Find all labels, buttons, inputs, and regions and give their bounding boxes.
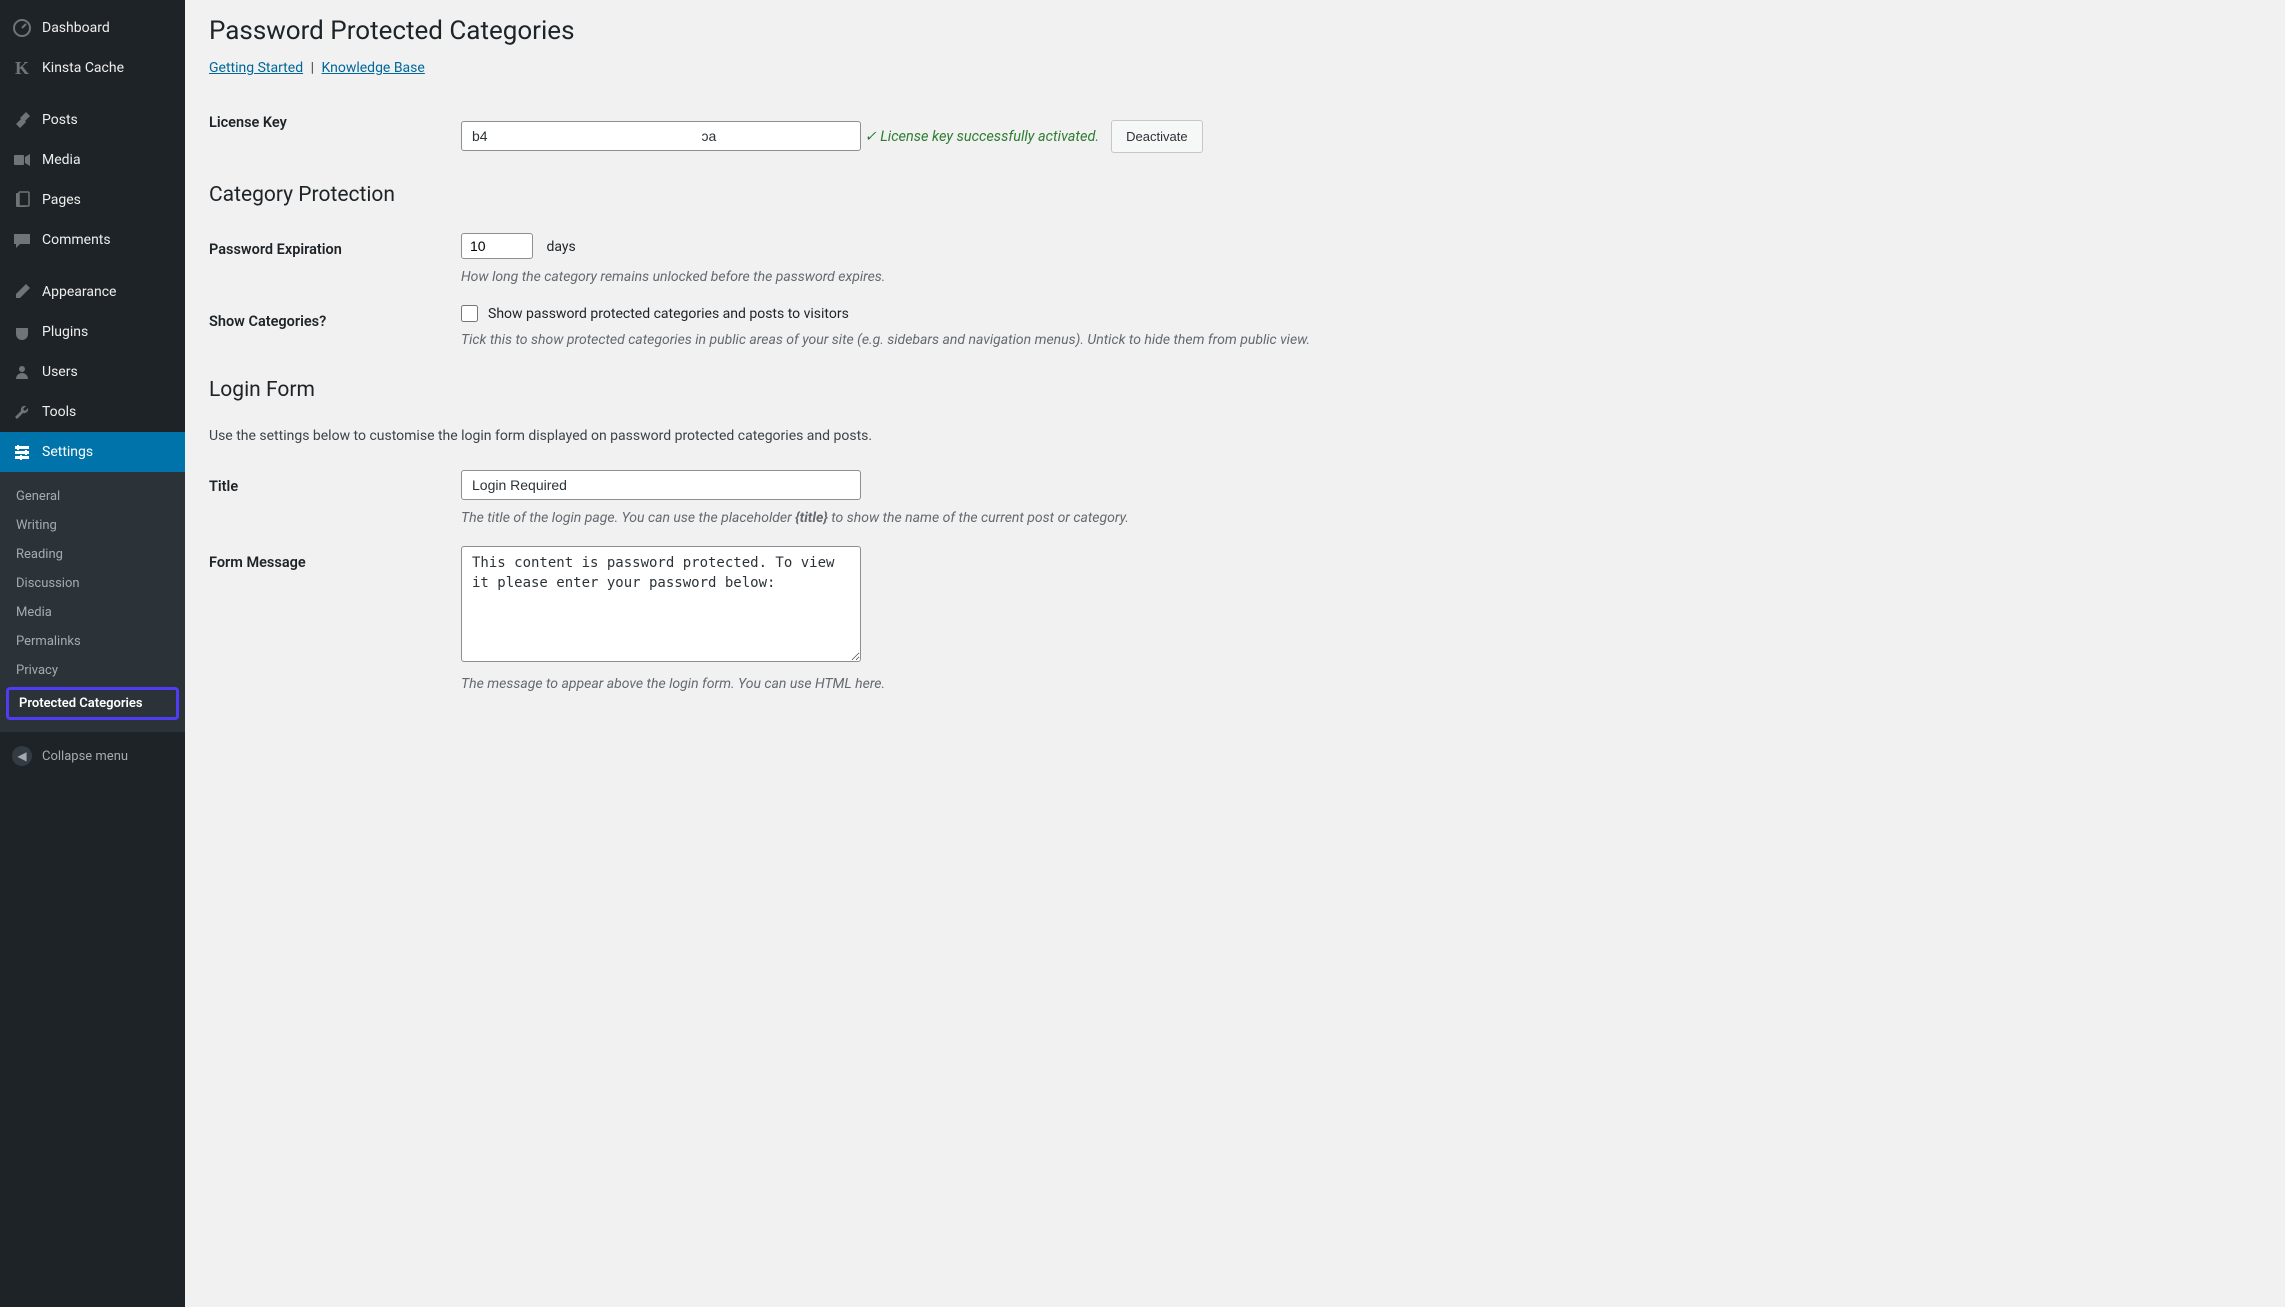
media-icon [12, 150, 32, 170]
submenu-item-protected-categories[interactable]: Protected Categories [6, 687, 179, 720]
collapse-label: Collapse menu [42, 749, 128, 764]
sidebar-item-label: Tools [42, 404, 76, 420]
section-login-form: Login Form [209, 378, 2261, 402]
submenu-item-permalinks[interactable]: Permalinks [0, 627, 185, 656]
sidebar-item-label: Dashboard [42, 20, 110, 36]
wrench-icon [12, 402, 32, 422]
show-categories-checkbox[interactable] [461, 305, 478, 322]
sidebar-item-posts[interactable]: Posts [0, 100, 185, 140]
main-content: Password Protected Categories Getting St… [185, 0, 2285, 1307]
title-input[interactable] [461, 470, 861, 500]
sidebar-item-users[interactable]: Users [0, 352, 185, 392]
password-expiration-label: Password Expiration [209, 233, 461, 258]
license-status-text: ✓ License key successfully activated. [864, 128, 1099, 145]
comments-icon [12, 230, 32, 250]
submenu-item-media[interactable]: Media [0, 598, 185, 627]
submenu-item-general[interactable]: General [0, 482, 185, 511]
sidebar-item-plugins[interactable]: Plugins [0, 312, 185, 352]
submenu-item-privacy[interactable]: Privacy [0, 656, 185, 685]
plug-icon [12, 322, 32, 342]
collapse-icon: ◀ [12, 746, 32, 766]
password-expiration-unit: days [546, 239, 575, 255]
submenu-item-reading[interactable]: Reading [0, 540, 185, 569]
submenu-item-writing[interactable]: Writing [0, 511, 185, 540]
settings-submenu: General Writing Reading Discussion Media… [0, 472, 185, 732]
sidebar-item-appearance[interactable]: Appearance [0, 272, 185, 312]
license-key-input[interactable] [461, 121, 861, 151]
sidebar-item-label: Plugins [42, 324, 88, 340]
collapse-menu[interactable]: ◀ Collapse menu [0, 732, 185, 780]
settings-icon [12, 442, 32, 462]
deactivate-button[interactable]: Deactivate [1111, 120, 1202, 153]
password-expiration-input[interactable] [461, 233, 533, 259]
pages-icon [12, 190, 32, 210]
show-categories-desc: Tick this to show protected categories i… [461, 332, 2261, 348]
page-title: Password Protected Categories [209, 16, 2261, 46]
sidebar-item-pages[interactable]: Pages [0, 180, 185, 220]
title-desc: The title of the login page. You can use… [461, 510, 2261, 526]
sidebar-item-dashboard[interactable]: Dashboard [0, 8, 185, 48]
show-categories-checkbox-label: Show password protected categories and p… [488, 306, 849, 322]
brush-icon [12, 282, 32, 302]
sidebar-item-label: Pages [42, 192, 81, 208]
license-key-label: License Key [209, 106, 461, 131]
sidebar-item-tools[interactable]: Tools [0, 392, 185, 432]
sidebar-item-label: Appearance [42, 284, 116, 300]
login-form-desc: Use the settings below to customise the … [209, 428, 2261, 444]
form-message-label: Form Message [209, 546, 461, 571]
sidebar-item-comments[interactable]: Comments [0, 220, 185, 260]
dashboard-icon [12, 18, 32, 38]
sidebar-item-media[interactable]: Media [0, 140, 185, 180]
sidebar-item-label: Comments [42, 232, 111, 248]
sidebar-item-label: Kinsta Cache [42, 60, 124, 76]
sidebar-item-settings[interactable]: Settings [0, 432, 185, 472]
title-label: Title [209, 470, 461, 495]
sidebar-item-label: Settings [42, 444, 93, 460]
form-message-textarea[interactable] [461, 546, 861, 662]
submenu-item-discussion[interactable]: Discussion [0, 569, 185, 598]
sidebar-item-kinsta-cache[interactable]: K Kinsta Cache [0, 48, 185, 88]
form-message-desc: The message to appear above the login fo… [461, 676, 2261, 692]
link-getting-started[interactable]: Getting Started [209, 60, 303, 76]
show-categories-label: Show Categories? [209, 305, 461, 330]
password-expiration-desc: How long the category remains unlocked b… [461, 269, 2261, 285]
kinsta-icon: K [12, 58, 32, 78]
pushpin-icon [12, 110, 32, 130]
sidebar-item-label: Posts [42, 112, 78, 128]
section-category-protection: Category Protection [209, 183, 2261, 207]
link-knowledge-base[interactable]: Knowledge Base [321, 60, 424, 76]
sidebar-item-label: Users [42, 364, 78, 380]
users-icon [12, 362, 32, 382]
help-links: Getting Started | Knowledge Base [209, 60, 2261, 76]
admin-sidebar: Dashboard K Kinsta Cache Posts Media Pag… [0, 0, 185, 1307]
sidebar-item-label: Media [42, 152, 81, 168]
